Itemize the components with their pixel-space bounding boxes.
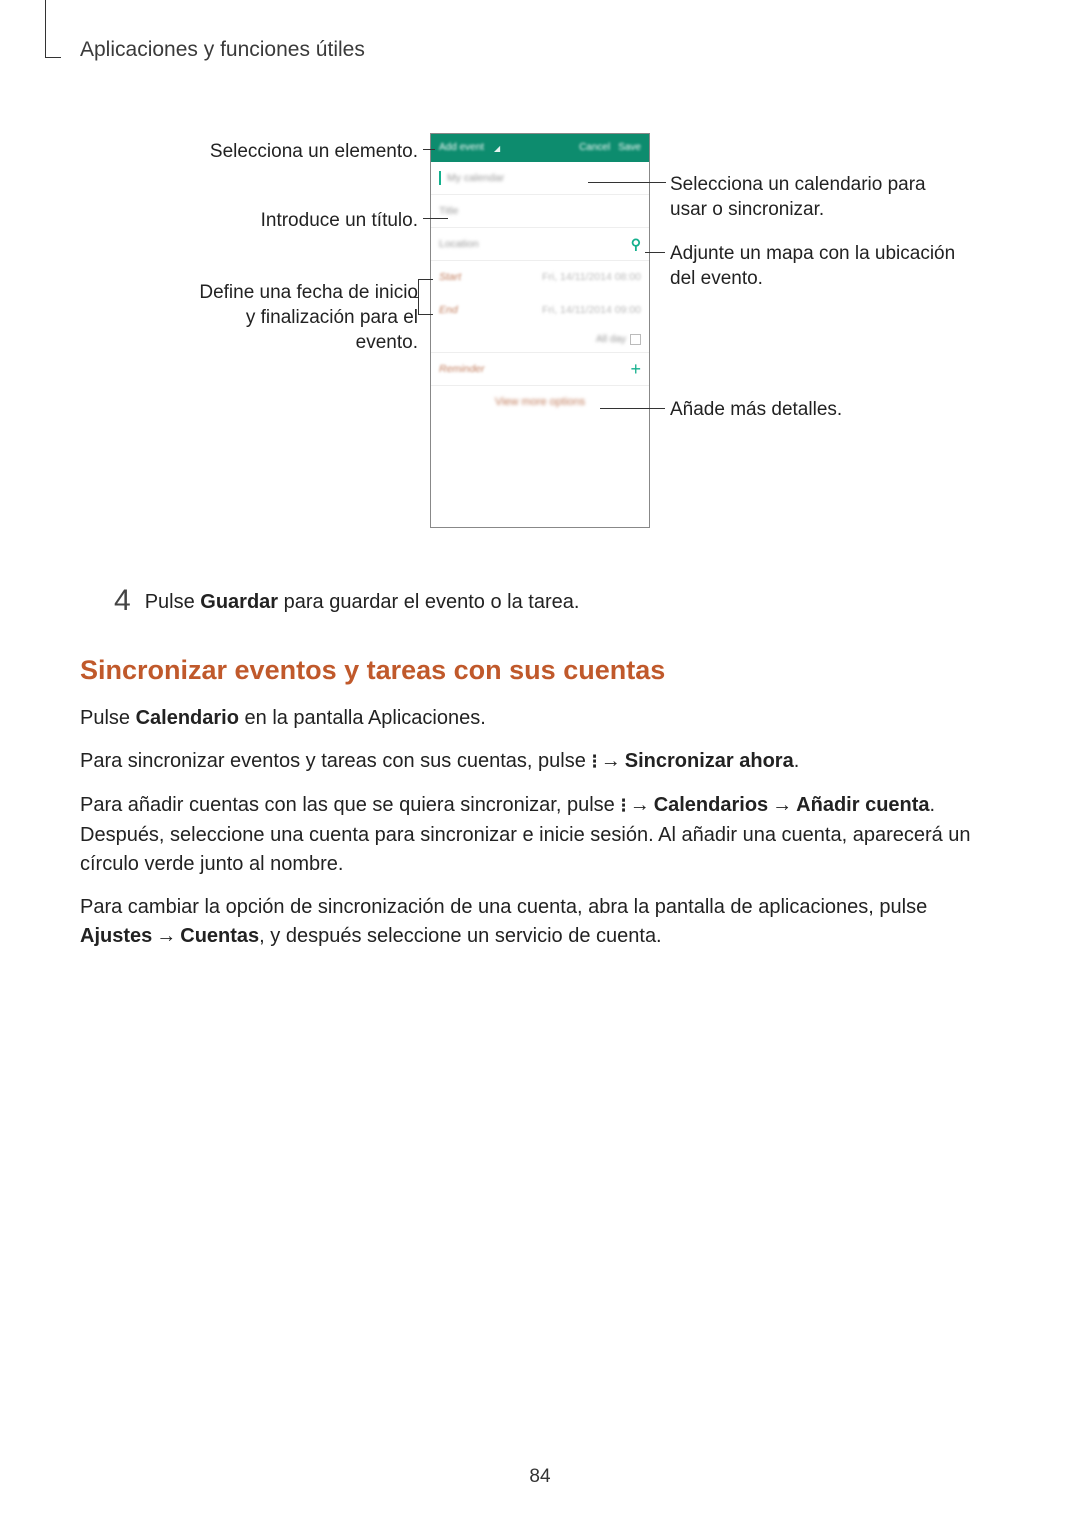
end-row: End Fri, 14/11/2014 09:00 — [431, 294, 649, 327]
start-label: Start — [439, 270, 461, 285]
end-label: End — [439, 303, 458, 318]
location-row: Location ⚲ — [431, 228, 649, 261]
reminder-label: Reminder — [439, 362, 630, 377]
t: en la pantalla Aplicaciones. — [239, 707, 486, 729]
start-value: Fri, 14/11/2014 08:00 — [542, 270, 641, 285]
plus-icon: + — [630, 356, 641, 382]
calendar-row: My calendar — [431, 162, 649, 195]
callout-attach-map: Adjunte un mapa con la ubicación del eve… — [670, 242, 970, 291]
arrow-icon: → — [152, 925, 180, 947]
view-more-row: View more options — [431, 386, 649, 419]
t: Para cambiar la opción de sincronización… — [80, 896, 927, 918]
step-4-text: Pulse Guardar para guardar el evento o l… — [145, 579, 580, 623]
text: para guardar el evento o la tarea. — [278, 591, 579, 613]
title-row: Title — [431, 195, 649, 228]
t: . — [794, 750, 800, 772]
t: Calendario — [136, 707, 239, 729]
arrow-icon: → — [626, 794, 654, 816]
view-more-label: View more options — [495, 395, 585, 411]
more-options-icon: ⁝ — [620, 792, 625, 821]
t: , y después seleccione un servicio de cu… — [259, 925, 661, 947]
callout-enter-title: Introduce un título. — [261, 209, 418, 234]
t: Ajustes — [80, 925, 152, 947]
start-row: Start Fri, 14/11/2014 08:00 — [431, 261, 649, 294]
text: Pulse — [145, 591, 201, 613]
save-button: Save — [618, 141, 641, 156]
t: Sincronizar ahora — [625, 750, 794, 772]
para-3: Para añadir cuentas con las que se quier… — [80, 791, 1000, 879]
dropdown-icon: ◢ — [494, 143, 500, 155]
step-number: 4 — [114, 579, 131, 623]
t: Cuentas — [180, 925, 259, 947]
t: Pulse — [80, 707, 136, 729]
phone-mockup: Add event ◢ Cancel Save My calendar Titl… — [430, 133, 650, 528]
t: Calendarios — [654, 794, 768, 816]
section-heading: Sincronizar eventos y tareas con sus cue… — [80, 651, 1000, 690]
title-placeholder: Title — [439, 204, 458, 219]
body-text: Pulse Calendario en la pantalla Aplicaci… — [80, 704, 1000, 951]
end-value: Fri, 14/11/2014 09:00 — [542, 303, 641, 318]
allday-label: All day — [596, 333, 626, 348]
breadcrumb: Aplicaciones y funciones útiles — [80, 35, 1000, 65]
map-pin-icon: ⚲ — [631, 234, 641, 254]
text-bold: Guardar — [200, 591, 278, 613]
phone-header: Add event ◢ Cancel Save — [431, 134, 649, 162]
annotated-figure: Add event ◢ Cancel Save My calendar Titl… — [110, 133, 970, 543]
arrow-icon: → — [597, 750, 625, 772]
para-2: Para sincronizar eventos y tareas con su… — [80, 747, 1000, 777]
more-options-icon: ⁝ — [591, 748, 596, 777]
callout-more-details: Añade más detalles. — [670, 398, 842, 423]
t: Para sincronizar eventos y tareas con su… — [80, 750, 591, 772]
page-content: Aplicaciones y funciones útiles Add even… — [0, 0, 1080, 951]
callout-select-element: Selecciona un elemento. — [210, 140, 418, 165]
arrow-icon: → — [768, 794, 796, 816]
location-placeholder: Location — [439, 237, 631, 252]
callout-select-calendar: Selecciona un calendario para usar o sin… — [670, 173, 950, 222]
allday-row: All day — [431, 327, 649, 353]
reminder-row: Reminder + — [431, 353, 649, 386]
page-number: 84 — [0, 1463, 1080, 1491]
t: Para añadir cuentas con las que se quier… — [80, 794, 620, 816]
page-corner-mark — [45, 0, 61, 58]
add-event-dropdown: Add event — [439, 141, 484, 156]
callout-dates: Define una fecha de inicio y finalizació… — [188, 281, 418, 355]
para-4: Para cambiar la opción de sincronización… — [80, 893, 1000, 951]
para-1: Pulse Calendario en la pantalla Aplicaci… — [80, 704, 1000, 733]
allday-checkbox — [630, 334, 641, 345]
calendar-label: My calendar — [447, 171, 504, 186]
cancel-button: Cancel — [579, 141, 610, 156]
step-4: 4 Pulse Guardar para guardar el evento o… — [114, 579, 1000, 623]
t: Añadir cuenta — [796, 794, 929, 816]
